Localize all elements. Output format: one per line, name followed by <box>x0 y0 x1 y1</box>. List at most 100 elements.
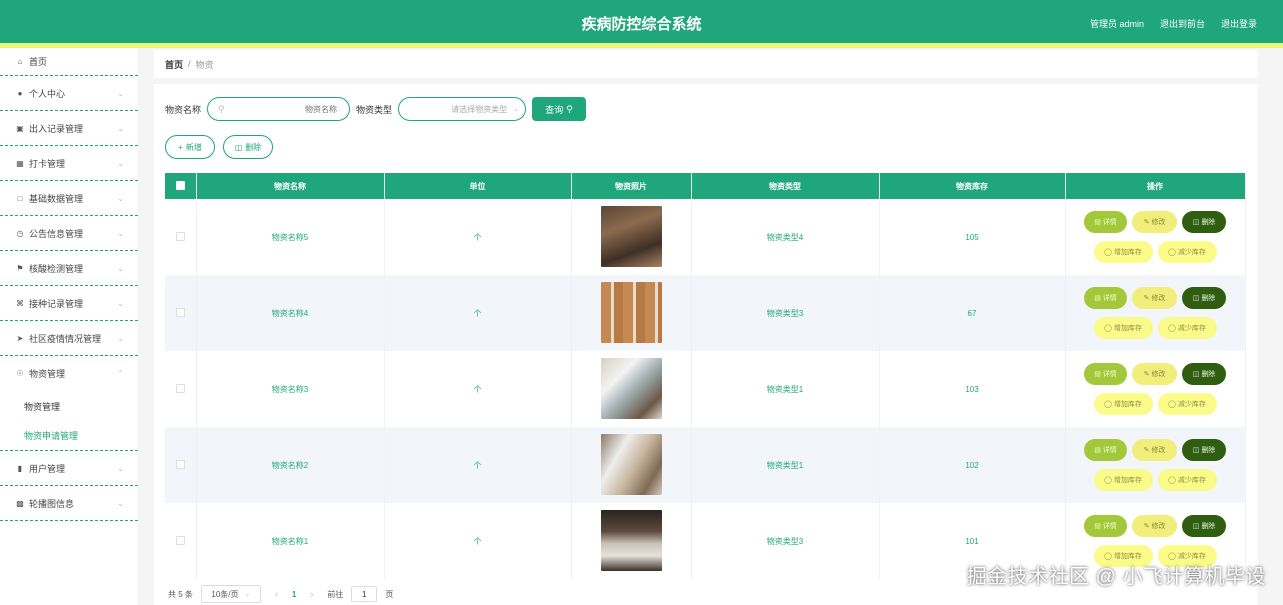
row-delete-button[interactable]: ◫ 删除 <box>1182 363 1226 385</box>
add-stock-button[interactable]: ◯ 增加库存 <box>1093 469 1153 491</box>
col-header-unit[interactable]: 单位 <box>384 173 572 199</box>
delete-label: 删除 <box>1201 447 1216 454</box>
add-stock-button[interactable]: ◯ 增加库存 <box>1093 393 1153 415</box>
detail-button[interactable]: ▤ 详情 <box>1084 287 1127 309</box>
sidebar-item-label: 个人中心 <box>29 88 66 99</box>
sidebar-item-carousel[interactable]: ▩ 轮播图信息 ⌄ <box>0 486 138 521</box>
add-stock-button[interactable]: ◯ 增加库存 <box>1093 241 1153 263</box>
exit-to-front-link[interactable]: 退出到前台 <box>1160 17 1205 30</box>
row-delete-button[interactable]: ◫ 删除 <box>1182 287 1226 309</box>
bulb-icon: ◯ <box>1104 401 1112 408</box>
table-row: 物资名称2 个 物资类型1 102 ▤ 详情 ✎ 修改 ◫ 删除 ◯ 增加库存 ◯ 减 <box>165 427 1246 503</box>
supply-photo[interactable] <box>600 509 662 571</box>
chart-icon: ▮ <box>17 463 23 473</box>
row-checkbox[interactable] <box>175 535 185 545</box>
row-checkbox[interactable] <box>175 231 185 241</box>
table-row: 物资名称3 个 物资类型1 103 ▤ 详情 ✎ 修改 ◫ 删除 ◯ 增加库存 ◯ 减 <box>165 351 1246 427</box>
detail-button[interactable]: ▤ 详情 <box>1084 515 1127 537</box>
chevron-down-icon: ⌄ <box>244 591 251 598</box>
row-select-cell <box>165 351 197 427</box>
row-checkbox[interactable] <box>175 383 185 393</box>
select-all-checkbox[interactable] <box>175 180 185 190</box>
row-checkbox[interactable] <box>175 459 185 469</box>
add-button[interactable]: + 新增 <box>165 135 215 159</box>
reduce-stock-button[interactable]: ◯ 减少库存 <box>1157 241 1217 263</box>
chevron-down-icon: ⌄ <box>117 463 124 473</box>
sidebar-item-users[interactable]: ▮ 用户管理 ⌄ <box>0 451 138 486</box>
edit-button[interactable]: ✎ 修改 <box>1132 439 1177 461</box>
bulb-icon: ◯ <box>1104 325 1112 332</box>
cell-unit: 个 <box>384 199 572 275</box>
row-checkbox[interactable] <box>175 307 185 317</box>
row-delete-button[interactable]: ◫ 删除 <box>1182 211 1226 233</box>
cell-ops: ▤ 详情 ✎ 修改 ◫ 删除 ◯ 增加库存 ◯ 减少库存 <box>1065 351 1246 427</box>
reduce-stock-label: 减少库存 <box>1177 249 1206 256</box>
sidebar-item-vaccination[interactable]: ⌘ 接种记录管理 ⌄ <box>0 286 138 321</box>
breadcrumb-home[interactable]: 首页 <box>165 58 183 71</box>
prev-page-button[interactable]: ‹ <box>275 589 278 599</box>
sidebar-item-base-data[interactable]: □ 基础数据管理 ⌄ <box>0 181 138 216</box>
delete-button[interactable]: ◫ 删除 <box>223 135 273 159</box>
sidebar-item-profile[interactable]: ● 个人中心 ⌄ <box>0 76 138 111</box>
type-select[interactable]: 请选择物资类型 ⌄ <box>398 97 527 121</box>
add-stock-button[interactable]: ◯ 增加库存 <box>1093 317 1153 339</box>
edit-button[interactable]: ✎ 修改 <box>1132 287 1177 309</box>
sidebar-subitem-supplies-manage[interactable]: 物资管理 <box>0 391 138 421</box>
cell-stock: 102 <box>879 427 1066 503</box>
edit-label: 修改 <box>1151 447 1166 454</box>
sidebar-item-nucleic-tests[interactable]: ⚑ 核酸检测管理 ⌄ <box>0 251 138 286</box>
edit-button[interactable]: ✎ 修改 <box>1132 211 1177 233</box>
page-size-select[interactable]: 10条/页 ⌄ <box>200 585 261 603</box>
sidebar-subitem-supply-requests[interactable]: 物资申请管理 <box>0 421 138 451</box>
table-row: 物资名称5 个 物资类型4 105 ▤ 详情 ✎ 修改 ◫ 删除 ◯ 增加库存 ◯ 减 <box>165 199 1246 275</box>
sidebar-item-access-records[interactable]: ▣ 出入记录管理 ⌄ <box>0 111 138 146</box>
page-size-value: 10条/页 <box>211 589 239 599</box>
sidebar-item-community-epidemic[interactable]: ➤ 社区疫情情况管理 ⌄ <box>0 321 138 356</box>
admin-user-link[interactable]: 管理员 admin <box>1090 17 1144 30</box>
logout-link[interactable]: 退出登录 <box>1221 17 1257 30</box>
supply-photo[interactable] <box>600 281 662 343</box>
sidebar-item-home[interactable]: ⌂ 首页 <box>0 48 138 76</box>
delete-button-label: 删除 <box>245 142 262 152</box>
reduce-stock-button[interactable]: ◯ 减少库存 <box>1157 317 1217 339</box>
sidebar: ⌂ 首页 ● 个人中心 ⌄ ▣ 出入记录管理 ⌄ ▦ 打卡管理 ⌄ □ 基础数据… <box>0 48 138 605</box>
sidebar-item-label: 社区疫情情况管理 <box>29 333 102 344</box>
next-page-button[interactable]: › <box>310 589 313 599</box>
supply-photo[interactable] <box>600 433 662 495</box>
reduce-stock-button[interactable]: ◯ 减少库存 <box>1157 469 1217 491</box>
chevron-down-icon: ⌄ <box>117 88 124 98</box>
reduce-stock-button[interactable]: ◯ 减少库存 <box>1157 393 1217 415</box>
total-count: 共 5 条 <box>168 589 193 599</box>
briefcase-icon: ▣ <box>16 123 24 133</box>
edit-label: 修改 <box>1151 523 1166 530</box>
row-delete-button[interactable]: ◫ 删除 <box>1182 439 1226 461</box>
detail-label: 详情 <box>1102 219 1117 226</box>
detail-button[interactable]: ▤ 详情 <box>1084 439 1127 461</box>
name-search-input[interactable] <box>228 104 338 114</box>
sidebar-item-announcements[interactable]: ◷ 公告信息管理 ⌄ <box>0 216 138 251</box>
detail-button[interactable]: ▤ 详情 <box>1084 211 1127 233</box>
bulb-icon: ◯ <box>1168 249 1176 256</box>
crop-icon: ⌘ <box>16 298 24 308</box>
col-header-name[interactable]: 物资名称 <box>196 173 385 199</box>
row-delete-button[interactable]: ◫ 删除 <box>1182 515 1226 537</box>
col-header-photo[interactable]: 物资照片 <box>571 173 692 199</box>
cell-unit: 个 <box>384 351 572 427</box>
chevron-down-icon: ⌄ <box>117 263 124 273</box>
name-search-field[interactable]: ⚲ <box>207 97 351 121</box>
sidebar-item-checkin[interactable]: ▦ 打卡管理 ⌄ <box>0 146 138 181</box>
col-header-type[interactable]: 物资类型 <box>691 173 880 199</box>
supply-photo[interactable] <box>600 205 662 267</box>
goto-page-input[interactable] <box>351 586 378 602</box>
detail-button[interactable]: ▤ 详情 <box>1084 363 1127 385</box>
page-number-current[interactable]: 1 <box>292 590 296 599</box>
type-select-placeholder: 请选择物资类型 <box>451 104 508 114</box>
sidebar-item-supplies[interactable]: ☉ 物资管理 ⌃ <box>0 356 138 391</box>
search-button[interactable]: 查询 ⚲ <box>532 97 587 121</box>
add-button-label: 新增 <box>185 142 202 152</box>
edit-button[interactable]: ✎ 修改 <box>1132 363 1177 385</box>
edit-button[interactable]: ✎ 修改 <box>1132 515 1177 537</box>
col-header-stock[interactable]: 物资库存 <box>879 173 1066 199</box>
supply-photo[interactable] <box>600 357 662 419</box>
send-icon: ➤ <box>16 333 24 343</box>
